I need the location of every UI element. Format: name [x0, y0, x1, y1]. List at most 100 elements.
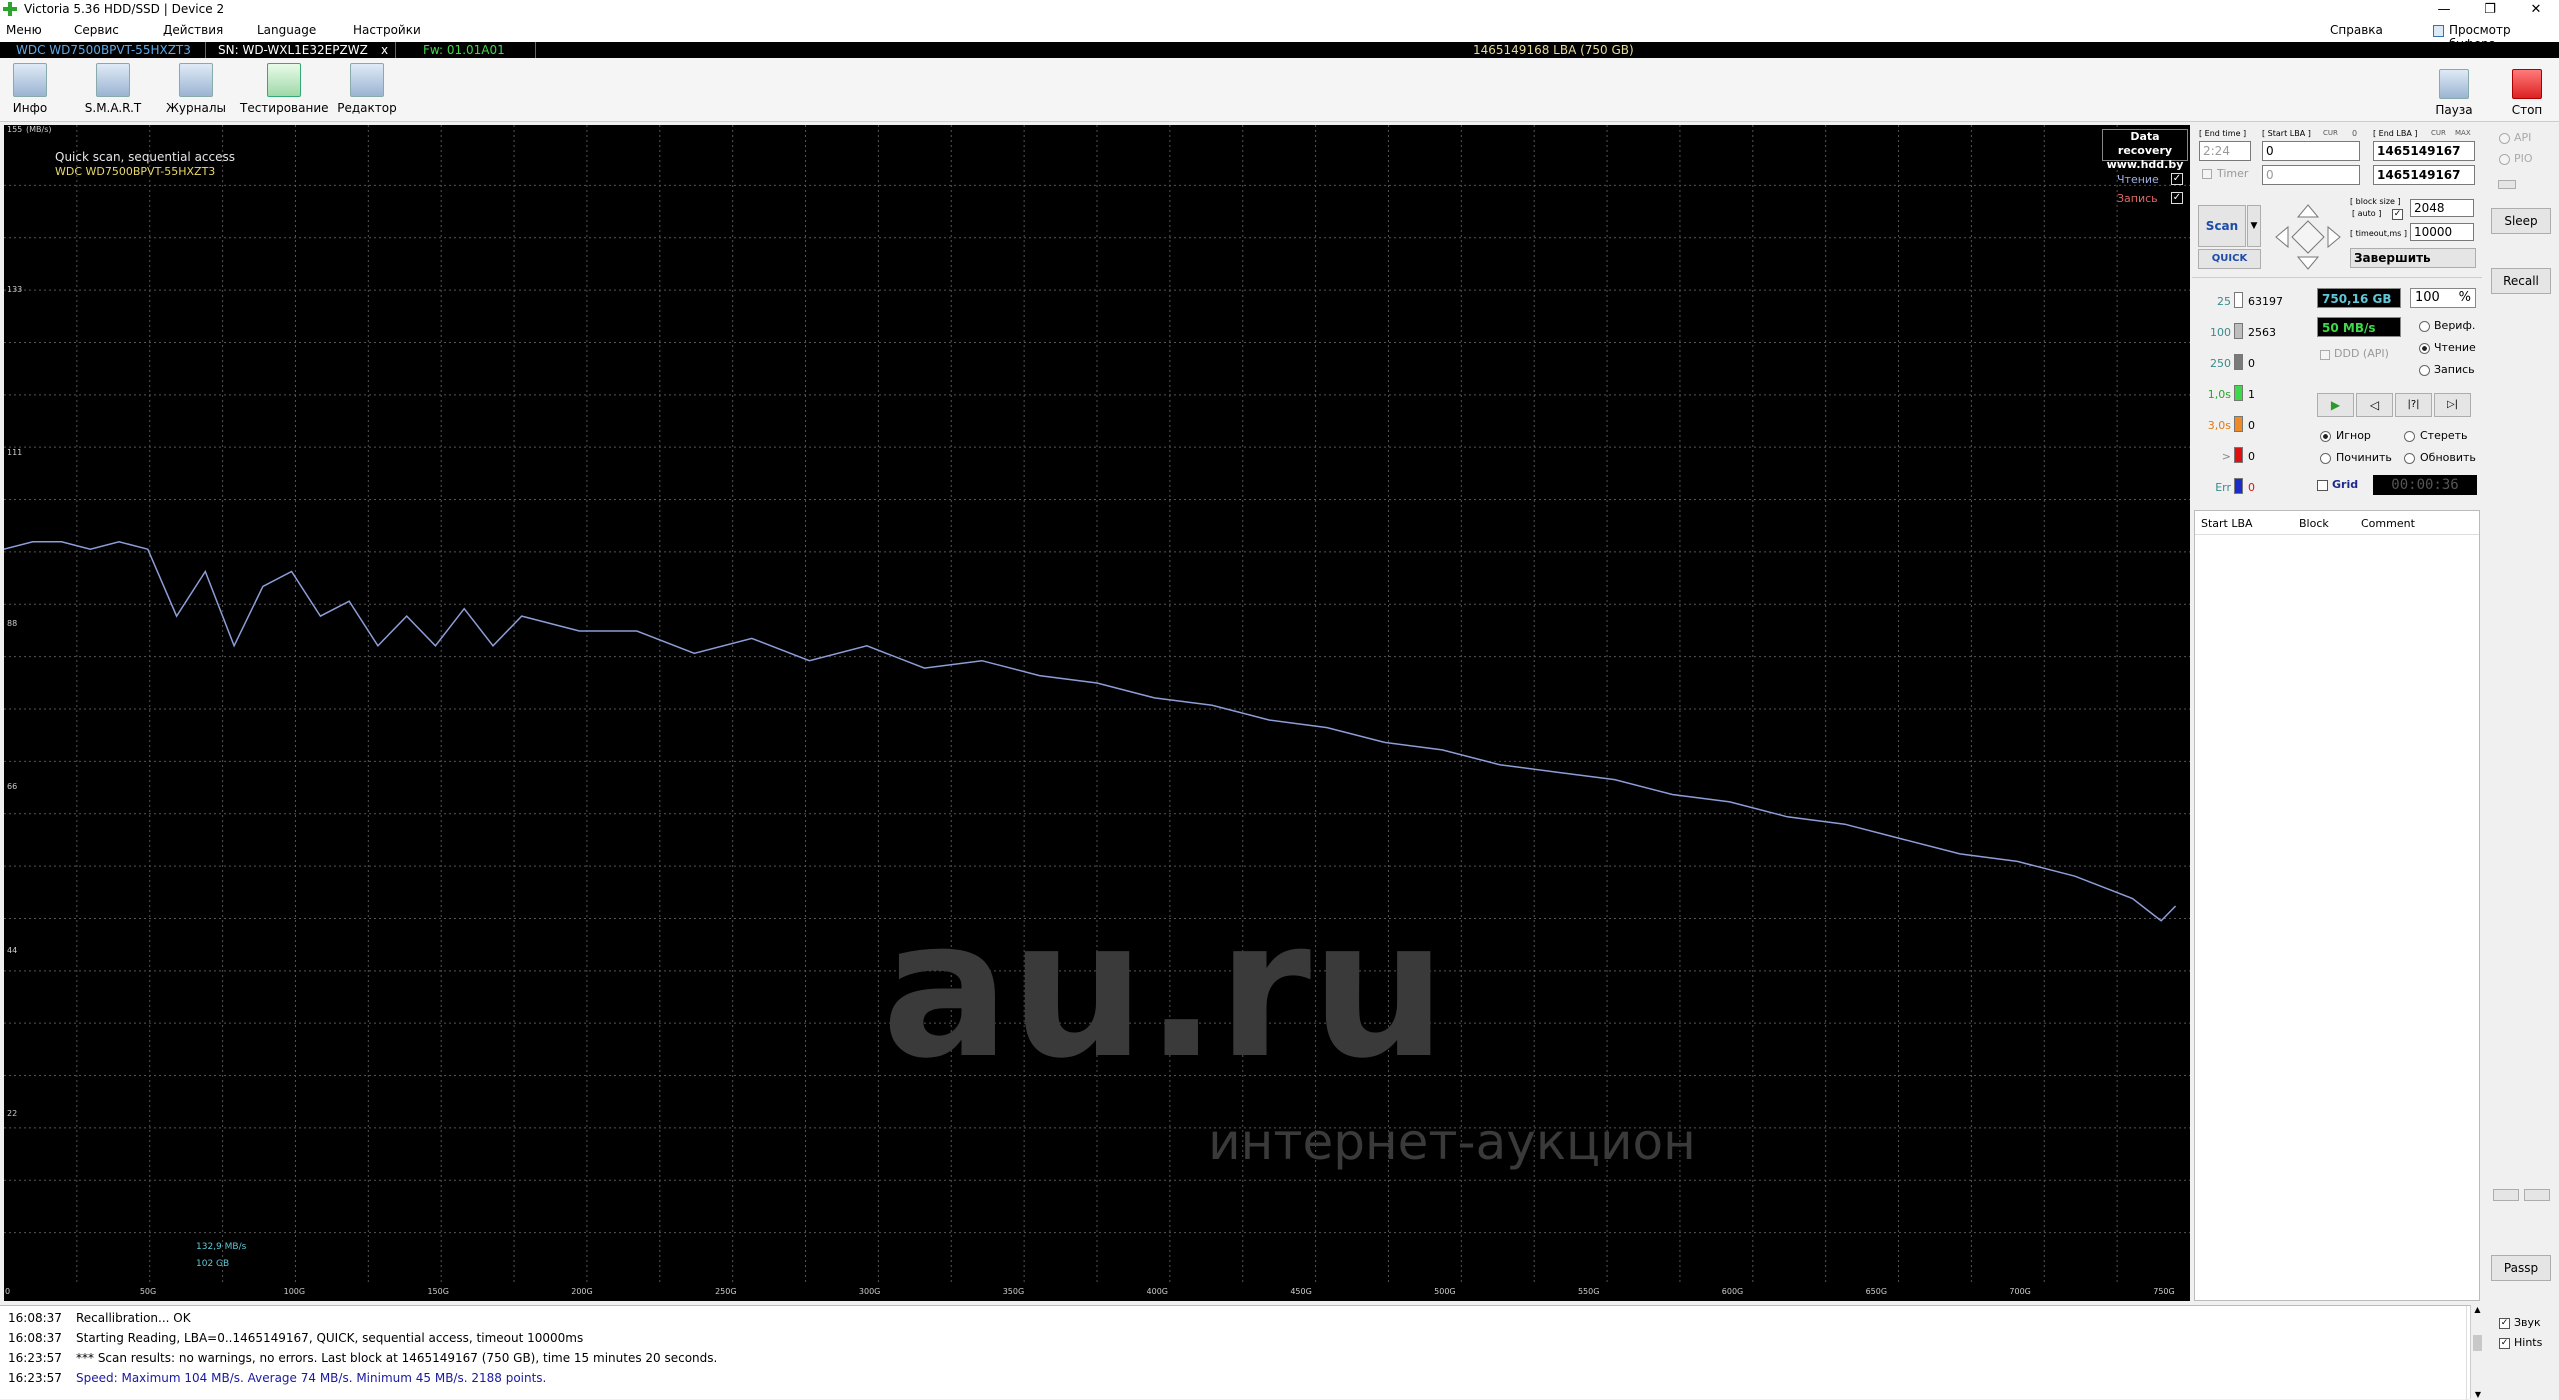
- speed-display: 50 MB/s: [2317, 317, 2401, 337]
- scan-button[interactable]: Scan: [2198, 205, 2246, 247]
- finish-action-select[interactable]: Завершить: [2350, 248, 2476, 268]
- random-seek-button[interactable]: |?|: [2395, 393, 2432, 417]
- mode-read-radio[interactable]: [2419, 343, 2430, 354]
- cursor-position: 102 GB: [196, 1259, 230, 1269]
- smart-button[interactable]: S.M.A.R.T: [80, 61, 146, 119]
- col-comment[interactable]: Comment: [2361, 517, 2415, 530]
- small-button-2[interactable]: [2524, 1189, 2550, 1201]
- close-drive-mark[interactable]: x: [381, 42, 388, 58]
- maximize-button[interactable]: ❐: [2467, 0, 2513, 20]
- timer-input[interactable]: 0: [2262, 165, 2360, 185]
- api-radio[interactable]: [2499, 133, 2510, 144]
- pause-button[interactable]: Пауза: [2431, 61, 2477, 119]
- mini-button[interactable]: [2498, 180, 2516, 189]
- timer-checkbox[interactable]: [2202, 169, 2212, 179]
- pause-icon: [2439, 69, 2469, 99]
- separator: [535, 42, 536, 58]
- small-button-1[interactable]: [2493, 1189, 2519, 1201]
- end-cur-label: CUR: [2431, 129, 2446, 137]
- scroll-thumb[interactable]: [2473, 1335, 2482, 1351]
- rewind-button[interactable]: ◁: [2356, 393, 2393, 417]
- smart-chart-icon: [96, 63, 130, 97]
- menu-service[interactable]: Сервис: [74, 23, 119, 37]
- menu-help[interactable]: Справка: [2330, 23, 2383, 37]
- close-button[interactable]: ✕: [2513, 0, 2559, 20]
- bad-block-table[interactable]: Start LBA Block Comment: [2194, 510, 2480, 1301]
- sound-checkbox[interactable]: ✓: [2499, 1318, 2510, 1329]
- scroll-down-icon[interactable]: ▼: [2471, 1390, 2485, 1399]
- info-button[interactable]: Инфо: [6, 61, 54, 119]
- folder-icon: [179, 63, 213, 97]
- legend-read-checkbox[interactable]: ✓: [2171, 173, 2183, 185]
- quick-button[interactable]: QUICK: [2198, 249, 2261, 269]
- ddd-checkbox[interactable]: [2320, 350, 2330, 360]
- mode-write-radio[interactable]: [2419, 365, 2430, 376]
- repair-radio[interactable]: [2320, 453, 2331, 464]
- counter-value-6: 0: [2248, 481, 2255, 494]
- scroll-up-icon[interactable]: ▲: [2471, 1305, 2484, 1314]
- col-start-lba[interactable]: Start LBA: [2201, 517, 2253, 530]
- auto-checkbox[interactable]: ✓: [2392, 209, 2403, 220]
- timeout-select[interactable]: 10000: [2410, 223, 2474, 241]
- event-log[interactable]: 16:08:37 Recallibration... OK 16:08:37 Star…: [0, 1305, 2470, 1400]
- erase-radio[interactable]: [2404, 431, 2415, 442]
- x-tick-label: 250G: [715, 1287, 737, 1296]
- grid-checkbox[interactable]: [2317, 480, 2328, 491]
- hints-checkbox[interactable]: ✓: [2499, 1338, 2510, 1349]
- scan-title: Quick scan, sequential access: [55, 150, 236, 164]
- drive-model[interactable]: WDC WD7500BPVT-55HXZT3: [16, 42, 191, 58]
- recall-button[interactable]: Recall: [2491, 268, 2551, 294]
- x-tick-label: 450G: [1290, 1287, 1312, 1296]
- drive-serial: SN: WD-WXL1E32EPZWZ: [218, 43, 368, 57]
- stop-button[interactable]: Стоп: [2504, 61, 2550, 119]
- panel-divider: [2192, 277, 2482, 278]
- side-tools: API PIO Sleep Recall Passp ✓ Звук ✓ Hint…: [2484, 125, 2559, 1349]
- end-lba-label: [ End LBA ]: [2373, 129, 2418, 138]
- end-lba-input-2[interactable]: 1465149167: [2373, 165, 2475, 185]
- minimize-button[interactable]: —: [2421, 0, 2467, 20]
- direction-pad[interactable]: [2274, 203, 2342, 271]
- menu-main[interactable]: Меню: [6, 23, 42, 37]
- title-bar: Victoria 5.36 HDD/SSD | Device 2 — ❐ ✕: [0, 0, 2559, 20]
- passp-button[interactable]: Passp: [2491, 1255, 2551, 1281]
- menu-settings[interactable]: Настройки: [353, 23, 421, 37]
- data-recovery-badge[interactable]: Data recovery www.hdd.by: [2102, 129, 2188, 171]
- block-size-select[interactable]: 2048: [2410, 199, 2474, 217]
- clipboard-icon: [2433, 25, 2444, 37]
- mode-verify-radio[interactable]: [2419, 321, 2430, 332]
- col-block[interactable]: Block: [2299, 517, 2329, 530]
- x-tick-label: 50G: [139, 1287, 157, 1296]
- testing-button[interactable]: Тестирование: [240, 61, 329, 119]
- play-button[interactable]: ▶: [2317, 393, 2354, 417]
- end-time-input[interactable]: 2:24: [2199, 141, 2251, 161]
- ignore-label: Игнор: [2336, 429, 2371, 442]
- sleep-button[interactable]: Sleep: [2491, 208, 2551, 234]
- log-time: 16:08:37: [8, 1331, 62, 1345]
- end-lba-input[interactable]: 1465149167: [2373, 141, 2475, 161]
- skip-end-button[interactable]: ▷|: [2434, 393, 2471, 417]
- pio-radio[interactable]: [2499, 154, 2510, 165]
- refresh-radio[interactable]: [2404, 453, 2415, 464]
- counter-value-2: 0: [2248, 357, 2255, 370]
- editor-button[interactable]: Редактор: [336, 61, 398, 119]
- refresh-label: Обновить: [2420, 451, 2476, 464]
- menu-actions[interactable]: Действия: [163, 23, 223, 37]
- log-scrollbar[interactable]: ▲ ▼: [2470, 1305, 2484, 1399]
- counter-swatch-4: [2234, 416, 2243, 432]
- scan-dropdown[interactable]: ▼: [2247, 205, 2261, 247]
- x-tick-label: 650G: [1865, 1287, 1888, 1296]
- speed-graph[interactable]: au.ru интернет-аукцион (MB/s) Quick scan…: [4, 125, 2190, 1301]
- x-tick-label: 350G: [1002, 1287, 1025, 1296]
- ignore-radio[interactable]: [2320, 431, 2331, 442]
- log-message: Speed: Maximum 104 MB/s. Average 74 MB/s…: [76, 1371, 547, 1385]
- menu-language[interactable]: Language: [257, 23, 316, 37]
- counter-swatch-5: [2234, 447, 2243, 463]
- separator: [205, 42, 206, 58]
- timeout-label: [ timeout,ms ]: [2350, 229, 2408, 238]
- app-cross-icon: [2, 1, 18, 17]
- logs-button[interactable]: Журналы: [163, 61, 229, 119]
- y-tick-label: 66: [7, 782, 18, 792]
- logs-button-label: Журналы: [166, 101, 226, 115]
- start-lba-input[interactable]: 0: [2262, 141, 2360, 161]
- legend-write-checkbox[interactable]: ✓: [2171, 192, 2183, 204]
